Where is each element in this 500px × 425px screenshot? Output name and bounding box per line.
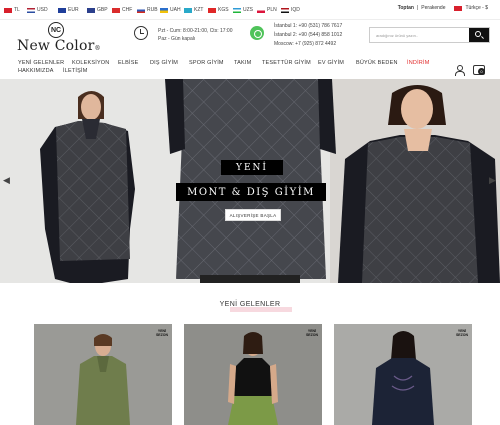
logo-mark: NC [48,22,64,38]
flag-ru-icon [137,7,145,13]
flag-ua-icon [160,7,168,13]
flag-tr-icon [4,7,12,13]
currency-rub[interactable]: RUB [137,5,158,15]
nav-item-collection[interactable]: KOLEKSİYON [72,60,109,66]
currency-gbp[interactable]: GBP [87,5,108,15]
store-mode-switch: Toptan | Perakende Türkçe - $ [397,5,488,11]
hero-badge: YENİ [221,160,283,175]
product-image [372,331,434,425]
search-button[interactable] [469,28,489,42]
nav-item-modest-wear[interactable]: TESETTÜR GİYİM [262,60,311,66]
currency-bar: TL USD EUR GBP CHF RUB UAH KZT KGS UZS P… [0,0,500,20]
currency-uah[interactable]: UAH [160,5,181,15]
language-select[interactable]: Türkçe - $ [465,5,488,11]
flag-us-icon [27,7,35,13]
flag-uk-icon [87,7,95,13]
flag-iq-icon [281,7,289,13]
main-nav: YENİ GELENLER KOLEKSİYON ELBİSE DIŞ GİYİ… [0,57,500,79]
currency-usd[interactable]: USD [27,5,48,15]
flag-uz-icon [233,7,241,13]
clock-icon [134,26,148,40]
phone-istanbul-2[interactable]: İstanbul 2: +90 (544) 858 1012 [274,31,342,40]
currency-eur[interactable]: EUR [58,5,79,15]
hero-prev-arrow[interactable]: ◀ [3,175,10,186]
currency-kgs[interactable]: KGS [208,5,229,15]
currency-chf[interactable]: CHF [112,5,132,15]
product-image [76,334,130,425]
flag-ch-icon [112,7,120,13]
nav-item-sets[interactable]: TAKIM [234,60,251,66]
phone-istanbul-1[interactable]: İstanbul 1: +90 (531) 786 7617 [274,22,342,31]
section-title: YENİ GELENLER [219,301,281,308]
flag-eu-icon [58,7,66,13]
retail-link[interactable]: Perakende [421,5,445,11]
nav-item-sportswear[interactable]: SPOR GİYİM [189,60,224,66]
product-card[interactable]: YENİ SEZON [34,324,172,425]
search-icon [475,31,481,37]
user-icon[interactable] [454,65,465,76]
hero-models-image [40,79,500,283]
search-placeholder: aradığınız ürünü yazın.. [376,33,419,38]
cart-count-badge: 0 [478,68,485,75]
registered-mark: ® [94,45,101,52]
flag-pl-icon [257,7,265,13]
logo[interactable]: NC New Color® [17,22,101,54]
currency-tl[interactable]: TL [4,5,20,15]
currency-iqd[interactable]: IQD [281,5,300,15]
product-card[interactable]: YENİ SEZON [334,324,472,425]
currency-pln[interactable]: PLN [257,5,277,15]
phone-moscow[interactable]: Moscow: +7 (925) 872 4492 [274,40,342,49]
nav-item-sale[interactable]: İNDİRİM [407,60,429,66]
search-input[interactable]: aradığınız ürünü yazın.. [369,27,490,43]
hero-next-arrow[interactable]: ▶ [489,175,496,186]
nav-item-contact[interactable]: İLETİŞİM [63,68,88,74]
hero-banner[interactable]: ◀ ▶ [0,79,500,283]
hero-title: MONT & DIŞ GİYİM [176,183,326,201]
nav-item-outerwear[interactable]: DIŞ GİYİM [150,60,178,66]
whatsapp-icon[interactable] [250,26,264,40]
product-image [228,332,278,425]
wholesale-link[interactable]: Toptan [398,5,414,11]
currency-uzs[interactable]: UZS [233,5,253,15]
nav-item-dresses[interactable]: ELBİSE [118,60,138,66]
logo-text: New Color [17,38,95,54]
flag-kz-icon [184,7,192,13]
phone-numbers: İstanbul 1: +90 (531) 786 7617 İstanbul … [274,22,342,49]
product-card[interactable]: YENİ SEZON [184,324,322,425]
currency-kzt[interactable]: KZT [184,5,203,15]
nav-item-homewear[interactable]: EV GİYİM [318,60,344,66]
flag-kg-icon [208,7,216,13]
working-hours: Pzt - Cum: 8:00-21:00, Cts: 17:00 Paz - … [158,28,233,42]
shop-now-button[interactable]: ALIŞVERİŞE BAŞLA [225,209,281,221]
nav-item-new-arrivals[interactable]: YENİ GELENLER [18,60,64,66]
nav-item-about[interactable]: HAKKIMIZDA [18,68,54,74]
flag-tr-icon [454,5,463,11]
nav-item-plus-size[interactable]: BÜYÜK BEDEN [356,60,398,66]
